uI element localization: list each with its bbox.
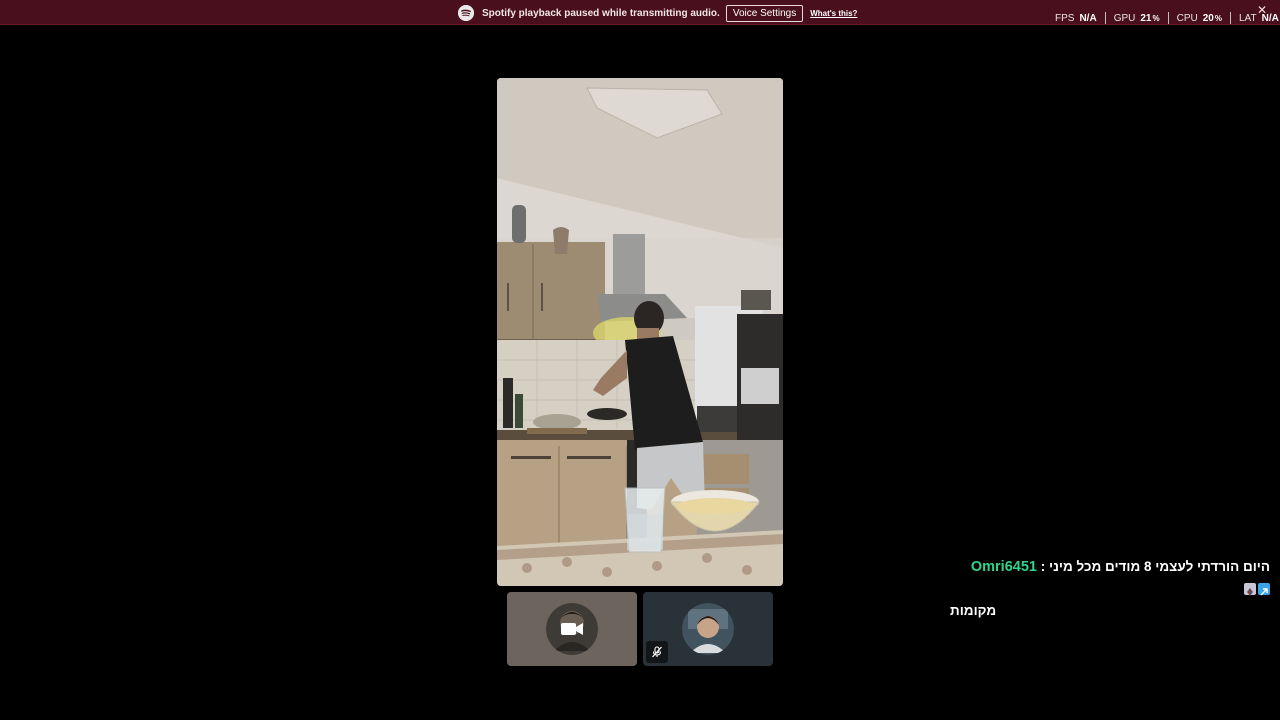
- chat-overlay: היום הורדתי לעצמי 8 מודים מכל מיני : Omr…: [950, 556, 1270, 622]
- lat-value: N/A: [1261, 12, 1279, 24]
- cpu-label: CPU: [1176, 12, 1198, 24]
- avatar: [682, 603, 734, 655]
- spotify-icon: [458, 5, 474, 21]
- fps-value: N/A: [1079, 12, 1097, 24]
- notice-text: Spotify playback paused while transmitti…: [482, 7, 720, 19]
- participant-tile[interactable]: [507, 592, 637, 666]
- chat-message-text: היום הורדתי לעצמי 8 מודים מכל מיני: [1049, 559, 1270, 574]
- lat-stat: LAT N/A: [1229, 12, 1280, 24]
- whats-this-link[interactable]: What's this?: [810, 9, 857, 18]
- badge-icon: [1244, 583, 1256, 597]
- chat-message-cont-text: מקומות: [950, 603, 997, 618]
- gpu-label: GPU: [1113, 12, 1136, 24]
- cpu-stat: CPU 20%: [1167, 12, 1230, 24]
- notice-content: Spotify playback paused while transmitti…: [458, 4, 857, 22]
- cpu-unit: %: [1214, 13, 1222, 23]
- chat-author: Omri6451: [970, 559, 1037, 575]
- camera-icon: [561, 621, 583, 637]
- chat-separator: :: [1040, 559, 1046, 574]
- voice-settings-button[interactable]: Voice Settings: [725, 4, 804, 22]
- fps-stat: FPS N/A: [1052, 12, 1105, 24]
- badge-icon: [1258, 583, 1270, 596]
- gpu-stat: GPU 21%: [1104, 12, 1168, 24]
- kitchen-scene-image: [497, 78, 783, 586]
- performance-overlay: FPS N/A GPU 21% CPU 20% LAT N/A: [1052, 11, 1280, 25]
- chat-badges: [1244, 583, 1270, 597]
- chat-message-continuation: מקומות: [950, 600, 1270, 622]
- fps-label: FPS: [1055, 12, 1075, 24]
- gpu-value: 21: [1140, 12, 1152, 24]
- chat-message: היום הורדתי לעצמי 8 מודים מכל מיני : Omr…: [950, 556, 1270, 600]
- gpu-unit: %: [1152, 13, 1160, 23]
- participant-tile[interactable]: [643, 592, 773, 666]
- mic-muted-icon: [646, 641, 668, 663]
- main-video-stream[interactable]: [497, 78, 783, 586]
- cpu-value: 20: [1202, 12, 1214, 24]
- lat-label: LAT: [1238, 12, 1257, 24]
